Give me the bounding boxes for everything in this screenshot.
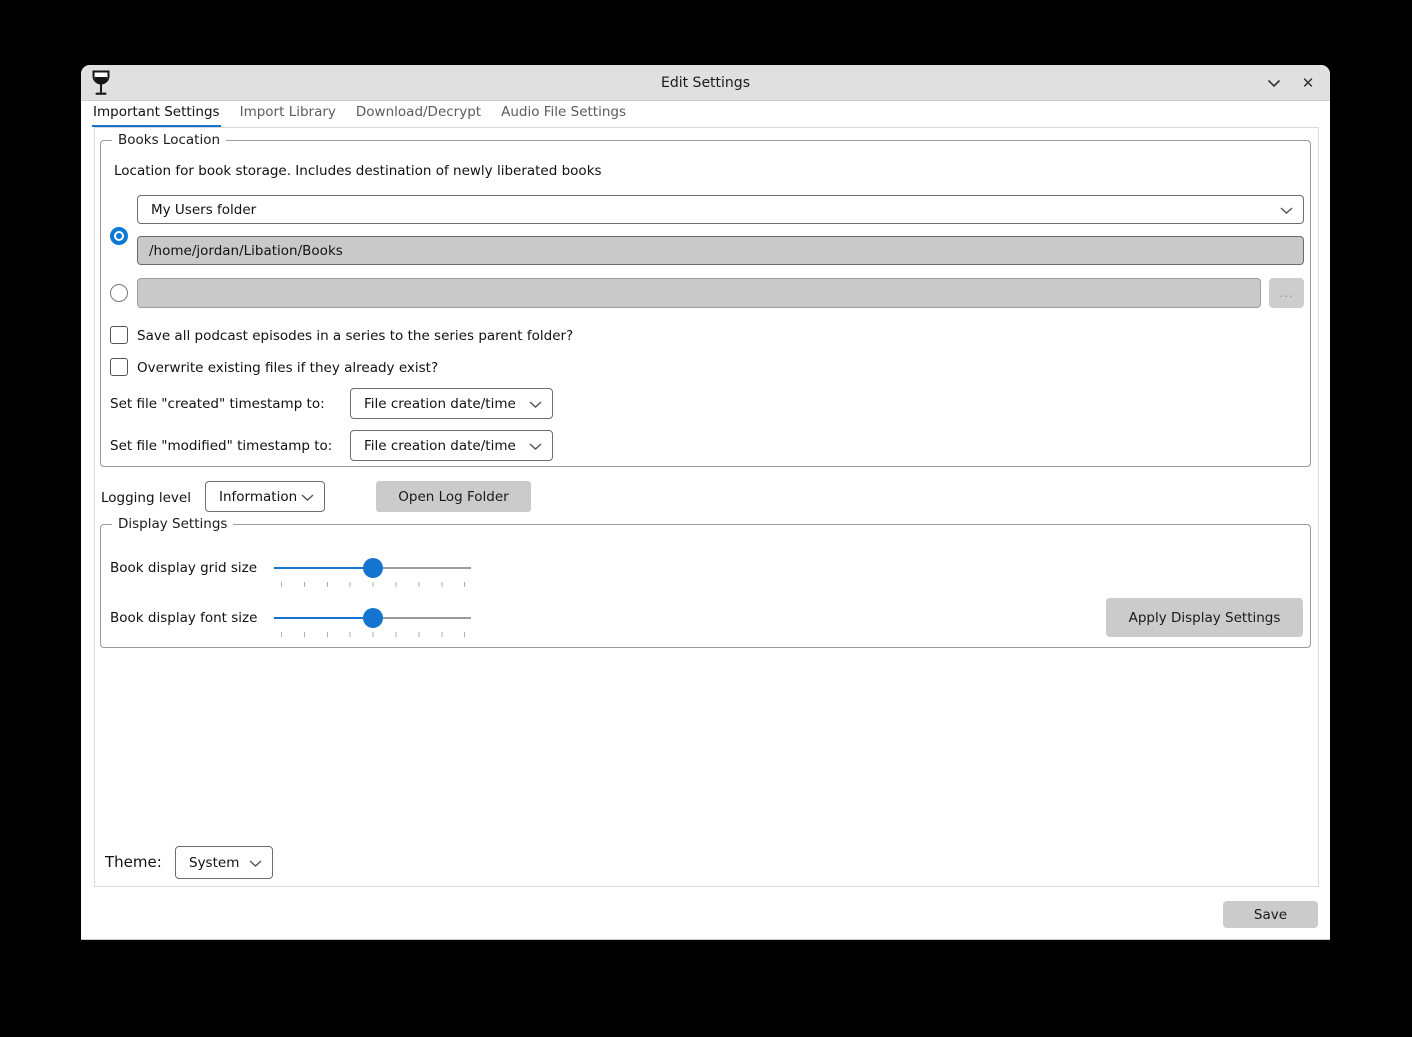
books-location-group: Books Location Location for book storage…	[100, 140, 1311, 467]
logging-level-select[interactable]: Information	[205, 481, 325, 512]
overwrite-checkbox-label: Overwrite existing files if they already…	[137, 360, 438, 376]
books-location-description: Location for book storage. Includes dest…	[114, 163, 602, 179]
theme-select[interactable]: System	[175, 846, 273, 879]
theme-label: Theme:	[105, 853, 162, 871]
grid-size-slider-thumb[interactable]	[363, 558, 383, 578]
minimize-button[interactable]	[1260, 69, 1288, 97]
podcast-folder-checkbox[interactable]	[110, 326, 128, 344]
modified-timestamp-label: Set file "modified" timestamp to:	[110, 438, 332, 454]
slider-ticks	[281, 582, 465, 587]
custom-path-field[interactable]	[137, 278, 1261, 308]
apply-display-settings-button[interactable]: Apply Display Settings	[1106, 598, 1303, 637]
tab-audio-file-settings[interactable]: Audio File Settings	[500, 101, 627, 127]
tab-important-settings[interactable]: Important Settings	[92, 101, 221, 127]
modified-timestamp-select[interactable]: File creation date/time	[350, 430, 553, 461]
overwrite-checkbox[interactable]	[110, 358, 128, 376]
tab-download-decrypt[interactable]: Download/Decrypt	[355, 101, 482, 127]
created-timestamp-select[interactable]: File creation date/time	[350, 388, 553, 419]
theme-value: System	[189, 855, 239, 871]
edit-settings-window: Edit Settings ✕ Important Settings Impor…	[81, 65, 1330, 940]
created-timestamp-label: Set file "created" timestamp to:	[110, 396, 325, 412]
books-folder-select[interactable]: My Users folder	[137, 195, 1304, 224]
default-path-radio[interactable]	[110, 227, 128, 245]
titlebar: Edit Settings ✕	[81, 65, 1330, 101]
chevron-down-icon	[529, 401, 542, 409]
font-size-label: Book display font size	[110, 610, 257, 626]
close-icon: ✕	[1302, 74, 1315, 92]
modified-timestamp-value: File creation date/time	[364, 438, 516, 454]
close-button[interactable]: ✕	[1294, 69, 1322, 97]
chevron-down-icon	[1280, 207, 1293, 215]
slider-fill	[274, 617, 373, 619]
created-timestamp-value: File creation date/time	[364, 396, 516, 412]
grid-size-label: Book display grid size	[110, 560, 257, 576]
chevron-down-icon	[1267, 79, 1281, 88]
window-title: Edit Settings	[81, 65, 1330, 101]
chevron-down-icon	[529, 443, 542, 451]
display-settings-group: Display Settings Book display grid size …	[100, 524, 1311, 648]
font-size-slider[interactable]	[274, 608, 471, 628]
books-folder-select-value: My Users folder	[151, 202, 256, 218]
browse-button[interactable]: ...	[1269, 278, 1304, 308]
slider-ticks	[281, 632, 465, 637]
tab-bar: Important Settings Import Library Downlo…	[92, 101, 645, 127]
tab-import-library[interactable]: Import Library	[239, 101, 337, 127]
save-button[interactable]: Save	[1223, 901, 1318, 928]
books-location-group-title: Books Location	[112, 132, 226, 148]
display-settings-group-title: Display Settings	[112, 516, 233, 532]
slider-fill	[274, 567, 373, 569]
font-size-slider-thumb[interactable]	[363, 608, 383, 628]
default-path-field[interactable]: /home/jordan/Libation/Books	[137, 236, 1304, 265]
chevron-down-icon	[301, 494, 314, 502]
grid-size-slider[interactable]	[274, 558, 471, 578]
open-log-folder-button[interactable]: Open Log Folder	[376, 481, 531, 512]
logging-level-value: Information	[219, 489, 297, 505]
podcast-folder-checkbox-label: Save all podcast episodes in a series to…	[137, 328, 573, 344]
logging-level-label: Logging level	[101, 490, 191, 506]
custom-path-radio[interactable]	[110, 284, 128, 302]
chevron-down-icon	[249, 860, 262, 868]
